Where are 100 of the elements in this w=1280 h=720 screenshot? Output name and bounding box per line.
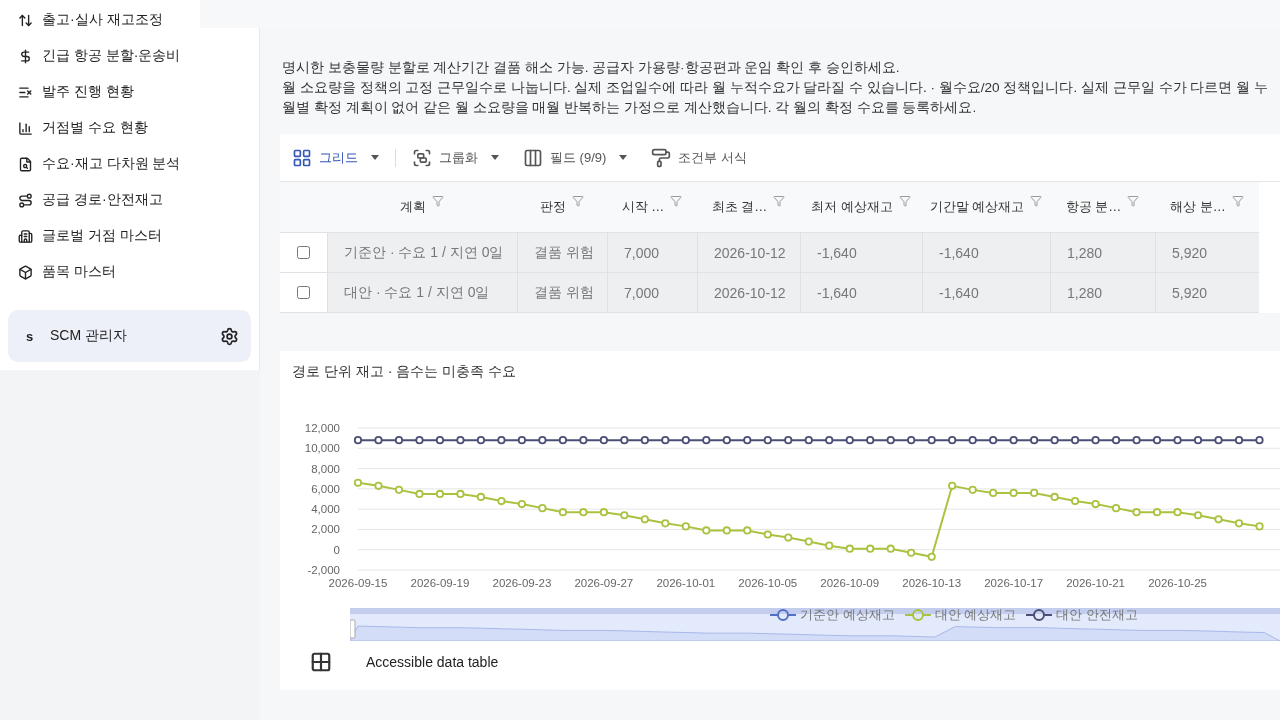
legend-item[interactable]: 대안 안전재고 <box>1026 606 1138 624</box>
column-header[interactable]: 항공 분… <box>1050 182 1155 233</box>
table-cell: 1,280 <box>1050 233 1155 273</box>
sidebar-item[interactable]: 출고·실사 재고조정 <box>0 2 171 38</box>
data-point <box>1030 436 1039 445</box>
data-point <box>1193 436 1203 445</box>
legend-item[interactable]: 기준안 예상재고 <box>770 606 895 624</box>
data-point <box>476 492 486 502</box>
grid-icon <box>292 147 312 168</box>
sidebar-item[interactable]: 공급 경로·안전재고 <box>0 182 171 218</box>
data-point <box>517 436 526 445</box>
data-point <box>374 481 383 490</box>
toolbar-button[interactable]: 조건부 서식 <box>651 147 747 168</box>
row-checkbox[interactable] <box>297 246 310 259</box>
paint-roller-icon <box>651 147 672 168</box>
column-header[interactable]: 계획 <box>327 182 517 233</box>
y-tick-label: -2,000 <box>307 564 340 576</box>
data-point <box>415 489 424 499</box>
filter-icon[interactable] <box>432 195 444 207</box>
data-point <box>825 436 834 445</box>
column-header[interactable]: 최초 결… <box>697 182 800 233</box>
data-point <box>538 436 547 445</box>
user-card[interactable]: s SCM 관리자 <box>8 310 251 362</box>
data-point <box>435 489 445 499</box>
sidebar-item[interactable]: 수요·재고 다차원 분석 <box>0 146 189 182</box>
x-tick-label: 2026-09-19 <box>410 577 470 589</box>
data-point <box>435 436 445 445</box>
data-point <box>1050 492 1059 502</box>
description-text: 월 소요량을 정책의 고정 근무일수로 나눕니다. 실제 조업일수에 따라 월 누적수요가 달라질 수 있습니다. · 월수요/20 정책입니다. 실제 근무일 수가 다르면 월 누 <box>282 79 1269 97</box>
data-point <box>1255 522 1264 531</box>
building-icon <box>18 228 33 244</box>
x-tick-label: 2026-10-25 <box>1148 577 1207 589</box>
caret-icon <box>619 155 628 160</box>
data-point <box>661 436 670 445</box>
filter-icon[interactable] <box>1127 195 1140 207</box>
table-cell: -1,640 <box>922 233 1050 273</box>
sidebar-item[interactable]: 거점별 수요 현황 <box>0 110 156 146</box>
group-icon <box>412 147 432 168</box>
data-point <box>681 522 690 531</box>
data-point <box>1009 488 1018 497</box>
column-header[interactable]: 시작 … <box>607 182 697 233</box>
data-point <box>763 530 772 539</box>
y-tick-label: 8,000 <box>311 462 340 475</box>
filter-icon[interactable] <box>773 195 786 207</box>
column-header[interactable]: 해상 분… <box>1155 182 1259 233</box>
table-cell: 7,000 <box>607 273 697 313</box>
filter-icon[interactable] <box>1231 195 1244 207</box>
data-point <box>1132 436 1141 445</box>
legend-item[interactable]: 대안 예상재고 <box>904 606 1017 624</box>
data-point <box>1173 508 1182 517</box>
data-point <box>866 436 875 445</box>
data-point <box>948 481 957 490</box>
data-point <box>558 436 567 445</box>
data-point <box>353 478 363 487</box>
filter-icon[interactable] <box>1030 195 1043 207</box>
table-cell: 기준안 · 수요 1 / 지연 0일 <box>327 233 517 273</box>
column-header[interactable]: 기간말 예상재고 <box>922 182 1050 233</box>
row-checkbox[interactable] <box>297 286 310 299</box>
dollar-icon <box>18 48 33 64</box>
data-point <box>640 515 649 524</box>
data-point <box>497 436 506 445</box>
bar-chart-icon <box>18 120 33 136</box>
table-cell: 5,920 <box>1155 273 1259 313</box>
column-header[interactable]: 판정 <box>517 182 607 233</box>
column-header[interactable]: 최저 예상재고 <box>800 182 922 233</box>
table-cell: -1,640 <box>922 273 1050 313</box>
y-tick-label: 0 <box>333 543 340 556</box>
filter-icon[interactable] <box>898 195 911 207</box>
zoom-slider[interactable] <box>350 608 1280 641</box>
sidebar-item[interactable]: 글로벌 거점 마스터 <box>0 218 170 254</box>
data-point <box>538 504 547 513</box>
y-tick-label: 12,000 <box>304 422 340 434</box>
data-point <box>1152 508 1162 517</box>
settings-icon[interactable] <box>220 326 239 346</box>
user-initial: s <box>26 328 34 344</box>
table-cell: -1,640 <box>800 233 922 273</box>
x-tick-label: 2026-10-13 <box>902 577 962 589</box>
table-cell: 결품 위험 <box>517 233 607 273</box>
filter-icon[interactable] <box>670 195 683 207</box>
route-icon <box>18 192 33 208</box>
data-point <box>1214 436 1223 445</box>
toolbar-button[interactable]: 필드 (9/9) <box>523 147 628 168</box>
data-point <box>968 485 977 494</box>
filter-icon[interactable] <box>572 195 584 207</box>
table-icon[interactable] <box>310 651 332 673</box>
data-point <box>1050 436 1059 445</box>
description-text: 명시한 보충물량 분할로 계산기간 결품 해소 가능. 공급자 가용량·항공편과 운임 확인 후 승인하세요. <box>282 59 901 77</box>
sidebar-item[interactable]: 발주 진행 현황 <box>0 74 142 110</box>
data-point <box>702 526 711 535</box>
x-tick-label: 2026-09-23 <box>492 577 552 589</box>
toolbar-button[interactable]: 그룹화 <box>412 147 499 168</box>
table-cell: 5,920 <box>1155 233 1259 273</box>
x-tick-label: 2026-09-27 <box>574 577 634 589</box>
data-point <box>1173 436 1182 445</box>
data-point <box>1255 436 1264 445</box>
data-point <box>989 488 998 497</box>
sidebar-item[interactable]: 품목 마스터 <box>0 254 124 290</box>
toolbar-button[interactable]: 그리드 <box>292 147 379 168</box>
accessible-table-link[interactable]: Accessible data table <box>366 654 499 670</box>
sidebar-item[interactable]: 긴급 항공 분할·운송비 <box>0 38 189 74</box>
